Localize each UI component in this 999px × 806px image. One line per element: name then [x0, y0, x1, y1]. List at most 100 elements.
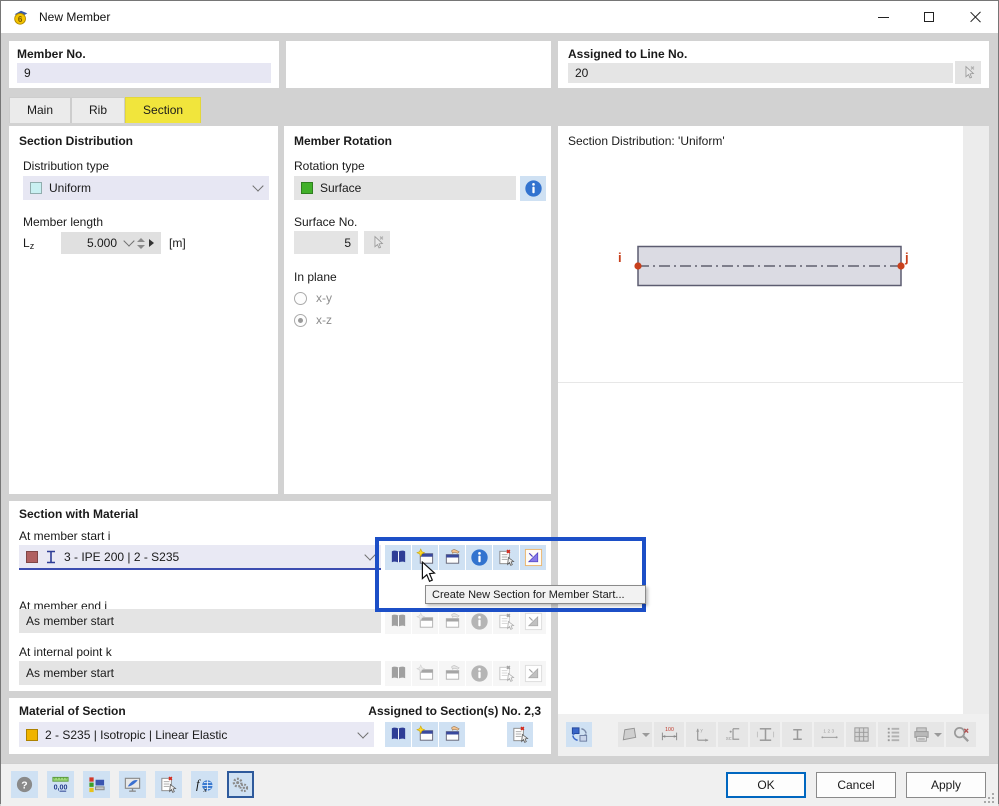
- member-no-input[interactable]: 9: [17, 63, 271, 83]
- section-i-icon[interactable]: [750, 722, 780, 747]
- info-icon: [466, 661, 492, 686]
- chevron-down-icon: [123, 235, 134, 246]
- select-cursor-icon: [369, 234, 386, 251]
- section-start-value: 3 - IPE 200 | 2 - S235: [64, 550, 179, 564]
- radio-plane-xz-label: x-z: [316, 313, 332, 327]
- create-new-section-icon: [412, 609, 438, 634]
- refresh-preview-button[interactable]: [566, 722, 592, 747]
- zoom-reset-icon[interactable]: [946, 722, 976, 747]
- edit-material-icon[interactable]: [439, 722, 465, 747]
- shape-render-icon[interactable]: [618, 722, 652, 747]
- minimize-button[interactable]: [860, 1, 906, 33]
- dimensions-icon[interactable]: 100: [654, 722, 684, 747]
- empty-header-box: [286, 41, 551, 88]
- section-start-dropdown[interactable]: 3 - IPE 200 | 2 - S235: [19, 545, 381, 570]
- material-value: 2 - S235 | Isotropic | Linear Elastic: [45, 728, 227, 742]
- radio-icon: [294, 292, 307, 305]
- edit-section-icon: [439, 609, 465, 634]
- tooltip: Create New Section for Member Start...: [425, 585, 646, 604]
- section-selection-icon: [520, 661, 546, 686]
- in-plane-label: In plane: [294, 270, 337, 284]
- material-color-swatch: [26, 729, 38, 741]
- rotation-info-button[interactable]: [520, 176, 546, 201]
- section-end-toolbar: [385, 609, 546, 634]
- member-preview-drawing: [630, 238, 910, 294]
- at-internal-point-label: At internal point k: [19, 645, 112, 659]
- create-new-material-icon[interactable]: [412, 722, 438, 747]
- create-new-section-icon: [412, 661, 438, 686]
- display-properties-icon[interactable]: [83, 771, 110, 798]
- minimize-icon: [878, 17, 889, 18]
- resize-grip[interactable]: [983, 792, 995, 804]
- info-icon[interactable]: [466, 545, 492, 570]
- axes-icon[interactable]: y: [686, 722, 716, 747]
- library-icon[interactable]: [385, 545, 411, 570]
- section-color-swatch: [26, 551, 38, 563]
- pick-line-button: [955, 61, 981, 84]
- preview-title: Section Distribution: 'Uniform': [568, 134, 725, 148]
- material-toolbar: [385, 722, 533, 747]
- screen-icon[interactable]: [119, 771, 146, 798]
- svg-text:0,00: 0,00: [54, 784, 68, 792]
- chevron-down-icon: [364, 549, 375, 560]
- rotation-type-field: Surface: [294, 176, 516, 200]
- grid-icon[interactable]: [846, 722, 876, 747]
- help-icon[interactable]: ?: [11, 771, 38, 798]
- rotation-type-label: Rotation type: [294, 159, 365, 173]
- shear-center-icon[interactable]: sc: [718, 722, 748, 747]
- delete-section-icon: [493, 661, 519, 686]
- formula-icon[interactable]: fx: [191, 771, 218, 798]
- rotation-type-value: Surface: [320, 181, 361, 195]
- tab-rib[interactable]: Rib: [71, 97, 125, 123]
- maximize-button[interactable]: [906, 1, 952, 33]
- delete-section-icon[interactable]: [493, 545, 519, 570]
- details-icon[interactable]: [878, 722, 908, 747]
- assigned-line-input[interactable]: 20: [568, 63, 953, 83]
- print-icon[interactable]: [910, 722, 944, 747]
- section-preview-panel: Section Distribution: 'Uniform' i j 100y…: [558, 126, 989, 756]
- edit-section-icon[interactable]: [439, 545, 465, 570]
- svg-text:6: 6: [18, 15, 23, 24]
- section-with-material-title: Section with Material: [19, 507, 138, 521]
- apply-button[interactable]: Apply: [906, 772, 986, 798]
- cancel-button[interactable]: Cancel: [816, 772, 896, 798]
- svg-text:123: 123: [823, 729, 835, 735]
- svg-text:y: y: [700, 728, 703, 733]
- section-selection-icon: [520, 609, 546, 634]
- settings-icon[interactable]: [227, 771, 254, 798]
- tab-main[interactable]: Main: [9, 97, 71, 123]
- library-icon[interactable]: [385, 722, 411, 747]
- close-icon: [969, 11, 981, 23]
- length-spinner[interactable]: [137, 238, 145, 249]
- material-dropdown[interactable]: 2 - S235 | Isotropic | Linear Elastic: [19, 722, 374, 747]
- distribution-color-swatch: [30, 182, 42, 194]
- library-icon: [385, 661, 411, 686]
- close-button[interactable]: [952, 1, 998, 33]
- section-selection-icon[interactable]: [520, 545, 546, 570]
- radio-plane-xy: x-y: [294, 291, 332, 305]
- member-rotation-title: Member Rotation: [294, 134, 392, 148]
- units-icon[interactable]: 0,00: [47, 771, 74, 798]
- title-bar: 6 New Member: [1, 1, 998, 33]
- tab-section[interactable]: Section: [125, 97, 201, 123]
- member-length-input[interactable]: 5.000: [61, 232, 161, 254]
- ok-button[interactable]: OK: [726, 772, 806, 798]
- section-i2-icon[interactable]: [782, 722, 812, 747]
- delete-material-icon[interactable]: [507, 722, 533, 747]
- distribution-type-dropdown[interactable]: Uniform: [23, 176, 269, 200]
- preview-gutter: [963, 126, 989, 714]
- numbering-icon[interactable]: 123: [814, 722, 844, 747]
- refresh-icon: [570, 725, 589, 744]
- delete-icon[interactable]: [155, 771, 182, 798]
- assigned-line-label: Assigned to Line No.: [568, 47, 687, 61]
- section-end-field: As member start: [19, 609, 381, 633]
- radio-plane-xz: x-z: [294, 313, 332, 327]
- delete-section-icon: [493, 609, 519, 634]
- distribution-type-value: Uniform: [49, 181, 91, 195]
- distribution-type-label: Distribution type: [23, 159, 109, 173]
- footer-bar: ? 0,00 fx OK Cancel Apply: [1, 763, 998, 806]
- surface-no-input[interactable]: 5: [294, 231, 358, 254]
- length-expand-icon[interactable]: [149, 239, 154, 247]
- member-length-value: 5.000: [87, 236, 117, 250]
- member-rotation-panel: Member Rotation Rotation type Surface Su…: [284, 126, 551, 494]
